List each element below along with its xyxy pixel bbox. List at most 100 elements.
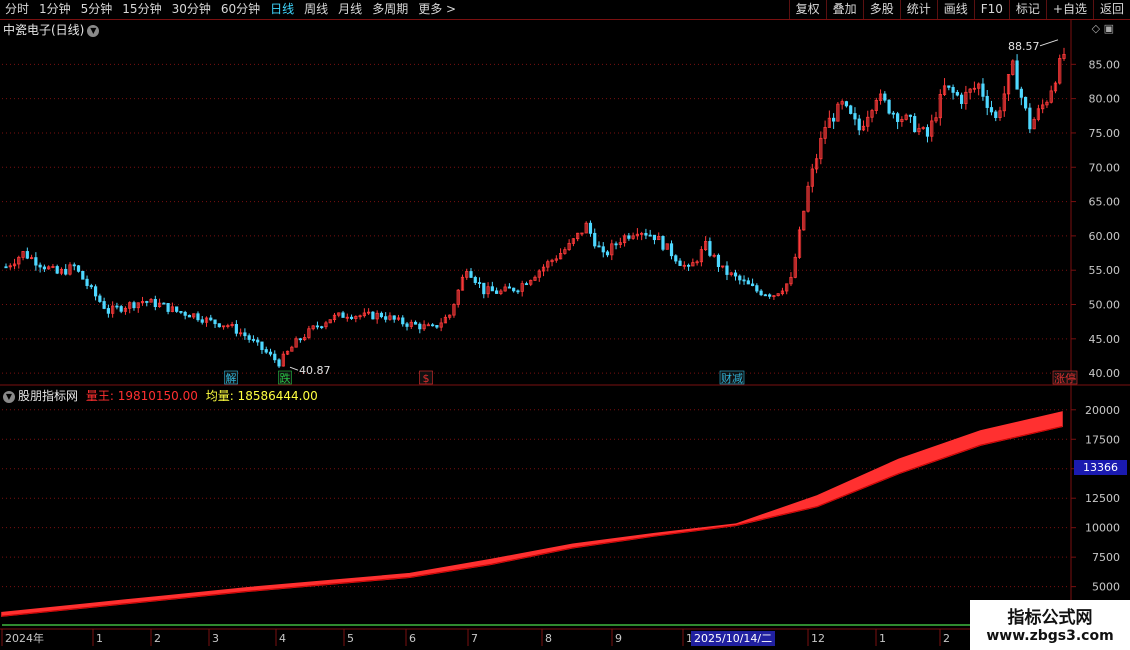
- candle-body: [187, 314, 192, 318]
- candle-body: [371, 311, 375, 320]
- candle-body: [179, 311, 183, 313]
- candle-body: [883, 93, 887, 101]
- candle-body: [247, 335, 251, 340]
- candle-body: [405, 323, 409, 327]
- candle-body: [93, 286, 98, 297]
- time-axis-label: 4: [279, 632, 286, 645]
- candle-body: [102, 301, 106, 309]
- indicator-tick-label: 7500: [1092, 551, 1120, 564]
- candle-body: [733, 272, 738, 277]
- candle-body: [213, 319, 217, 325]
- candle-body: [507, 286, 512, 289]
- candle-body: [42, 266, 46, 270]
- high-price-label: 88.57: [1008, 40, 1040, 53]
- candle-body: [264, 349, 268, 353]
- candle-body: [1028, 107, 1032, 130]
- candle-body: [251, 339, 256, 341]
- candle-body: [153, 298, 157, 308]
- candle-body: [512, 287, 516, 292]
- candle-body: [89, 285, 93, 288]
- price-tick-label: 45.00: [1089, 333, 1121, 346]
- candle-body: [669, 243, 674, 257]
- indicator-last-value-tag: 13366: [1074, 460, 1127, 475]
- candle-body: [477, 282, 482, 284]
- candle-body: [115, 305, 119, 308]
- event-marker-text: 涨停: [1054, 371, 1076, 385]
- candle-body: [4, 266, 8, 269]
- candle-body: [482, 282, 486, 295]
- event-marker-text: 财减: [721, 371, 743, 385]
- candle-body: [256, 339, 260, 343]
- candle-body: [588, 222, 593, 234]
- candle-body: [426, 324, 430, 327]
- high-leader-line: [1039, 39, 1059, 47]
- candle-body: [55, 266, 59, 274]
- candle-body: [849, 105, 853, 114]
- candle-body: [593, 232, 597, 247]
- candle-body: [614, 243, 618, 246]
- candle-body: [495, 290, 499, 294]
- time-axis-label: 12: [811, 632, 825, 645]
- candle-body: [853, 113, 857, 120]
- candle-body: [166, 303, 170, 312]
- candle-body: [106, 308, 110, 314]
- candle-body: [738, 275, 742, 281]
- low-price-label: 40.87: [299, 364, 331, 377]
- candle-body: [183, 311, 187, 316]
- candle-body: [349, 316, 354, 319]
- indicator-tick-label: 12500: [1085, 492, 1120, 505]
- candle-body: [955, 91, 959, 96]
- candle-body: [725, 265, 729, 275]
- candle-body: [72, 264, 76, 267]
- candle-body: [209, 317, 213, 321]
- price-tick-label: 75.00: [1089, 127, 1121, 140]
- candle-body: [98, 295, 102, 302]
- candle-body: [277, 359, 281, 367]
- candle-body: [401, 317, 405, 325]
- candle-body: [887, 99, 891, 114]
- candle-body: [661, 236, 665, 250]
- indicator-tick-label: 17500: [1085, 433, 1120, 446]
- price-tick-label: 65.00: [1089, 196, 1121, 209]
- price-tick-label: 55.00: [1089, 264, 1121, 277]
- watermark-title: 指标公式网: [1007, 608, 1093, 628]
- candle-body: [260, 341, 264, 350]
- candle-body: [746, 280, 750, 285]
- time-axis-label: 2: [943, 632, 950, 645]
- candle-body: [627, 235, 631, 239]
- chart-canvas[interactable]: 85.00 80.00 75.00 70.00 65.00 60.00 55.00 50.00…: [0, 0, 1130, 650]
- candle-body: [175, 306, 179, 312]
- candle-body: [145, 301, 149, 303]
- event-marker-text: 解: [226, 371, 237, 385]
- candle-body: [857, 118, 861, 131]
- indicator-tick-label: 20000: [1085, 404, 1120, 417]
- candle-body: [320, 326, 324, 329]
- price-tick-label: 70.00: [1089, 161, 1121, 174]
- candle-body: [981, 83, 985, 97]
- candle-body: [132, 302, 136, 309]
- candle-body: [469, 271, 473, 278]
- candle-body: [25, 251, 29, 259]
- cursor-date-label: 2025/10/14/二: [691, 631, 776, 646]
- candle-body: [844, 101, 849, 107]
- low-leader-line: [289, 366, 299, 371]
- candle-body: [759, 290, 763, 296]
- candle-body: [678, 260, 682, 266]
- time-axis-label: 5: [347, 632, 354, 645]
- candle-body: [597, 245, 601, 248]
- candle-body: [413, 321, 418, 325]
- candle-body: [298, 338, 302, 341]
- candle-body: [315, 325, 320, 328]
- candle-body: [341, 312, 345, 318]
- candle-body: [217, 323, 221, 328]
- event-marker-text: 跌: [280, 371, 291, 385]
- candle-body: [716, 254, 721, 267]
- candle-body: [708, 241, 712, 256]
- candle-body: [644, 232, 648, 236]
- price-tick-label: 40.00: [1089, 367, 1121, 380]
- candle-body: [832, 117, 836, 122]
- price-tick-label: 85.00: [1089, 58, 1121, 71]
- candle-body: [1024, 96, 1028, 109]
- watermark-url: www.zbgs3.com: [986, 628, 1114, 644]
- time-axis-label: 9: [615, 632, 622, 645]
